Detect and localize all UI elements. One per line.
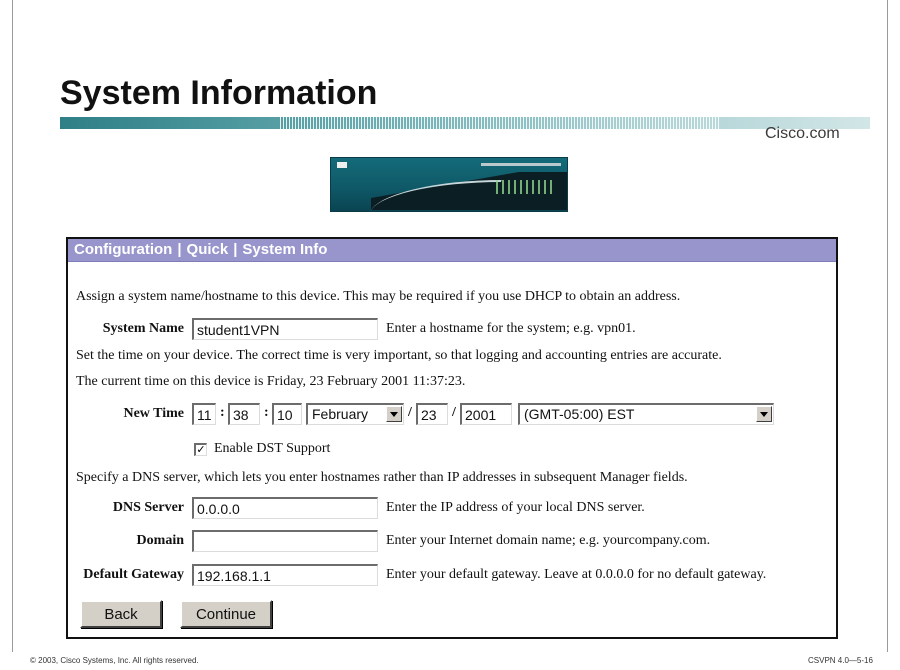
month-select[interactable]: February bbox=[306, 403, 404, 425]
current-time-text: The current time on this device is Frida… bbox=[76, 374, 466, 389]
continue-button[interactable]: Continue bbox=[180, 600, 272, 628]
domain-label: Domain bbox=[136, 533, 184, 548]
year-input[interactable] bbox=[460, 403, 512, 425]
minute-input[interactable] bbox=[228, 403, 260, 425]
time-colon: : bbox=[220, 405, 225, 420]
default-gateway-label: Default Gateway bbox=[83, 567, 184, 582]
day-input[interactable] bbox=[416, 403, 448, 425]
dst-label: Enable DST Support bbox=[214, 441, 331, 456]
chevron-down-icon[interactable] bbox=[386, 406, 402, 422]
default-gateway-hint: Enter your default gateway. Leave at 0.0… bbox=[386, 567, 767, 582]
page-title: System Information bbox=[60, 74, 378, 112]
system-name-label: System Name bbox=[102, 321, 184, 336]
vpn-concentrator-image bbox=[330, 157, 568, 212]
device-logo bbox=[337, 162, 347, 168]
date-slash: / bbox=[452, 405, 456, 420]
hour-input[interactable] bbox=[192, 403, 216, 425]
back-button[interactable]: Back bbox=[80, 600, 162, 628]
title-rule-ticks bbox=[280, 117, 720, 129]
copyright-footer: © 2003, Cisco Systems, Inc. All rights r… bbox=[30, 656, 199, 665]
default-gateway-input[interactable] bbox=[192, 564, 378, 586]
slide-frame-right bbox=[887, 0, 888, 652]
dst-checkbox[interactable]: ✓ bbox=[194, 443, 207, 456]
intro-text: Assign a system name/hostname to this de… bbox=[76, 289, 681, 304]
breadcrumb-quick[interactable]: Quick bbox=[187, 241, 229, 258]
breadcrumb-separator: | bbox=[177, 241, 182, 258]
chevron-down-icon[interactable] bbox=[756, 406, 772, 422]
cisco-com-link[interactable]: Cisco.com bbox=[765, 125, 840, 143]
breadcrumb-system-info: System Info bbox=[242, 241, 328, 258]
system-info-panel: Configuration | Quick | System Info Assign a… bbox=[66, 237, 838, 639]
device-leds bbox=[496, 180, 556, 194]
time-accuracy-text: Set the time on your device. The correct… bbox=[76, 348, 722, 363]
panel-header: Configuration | Quick | System Info bbox=[68, 239, 836, 262]
second-input[interactable] bbox=[272, 403, 302, 425]
device-top-stripe bbox=[481, 163, 561, 166]
time-colon: : bbox=[264, 405, 269, 420]
system-name-hint: Enter a hostname for the system; e.g. vp… bbox=[386, 321, 636, 336]
timezone-select[interactable]: (GMT-05:00) EST bbox=[518, 403, 774, 425]
course-code-footer: CSVPN 4.0—5-16 bbox=[808, 656, 873, 665]
slide-frame-left bbox=[12, 0, 13, 652]
system-name-input[interactable] bbox=[192, 318, 378, 340]
dns-server-hint: Enter the IP address of your local DNS s… bbox=[386, 500, 645, 515]
dns-server-input[interactable] bbox=[192, 497, 378, 519]
breadcrumb-separator: | bbox=[233, 241, 238, 258]
dns-info-text: Specify a DNS server, which lets you ent… bbox=[76, 470, 688, 485]
breadcrumb-configuration[interactable]: Configuration bbox=[74, 241, 172, 258]
date-slash: / bbox=[408, 405, 412, 420]
timezone-select-value: (GMT-05:00) EST bbox=[524, 406, 635, 422]
new-time-label: New Time bbox=[123, 406, 184, 421]
domain-input[interactable] bbox=[192, 530, 378, 552]
domain-hint: Enter your Internet domain name; e.g. yo… bbox=[386, 533, 711, 548]
month-select-value: February bbox=[312, 406, 369, 422]
dns-server-label: DNS Server bbox=[112, 500, 184, 515]
